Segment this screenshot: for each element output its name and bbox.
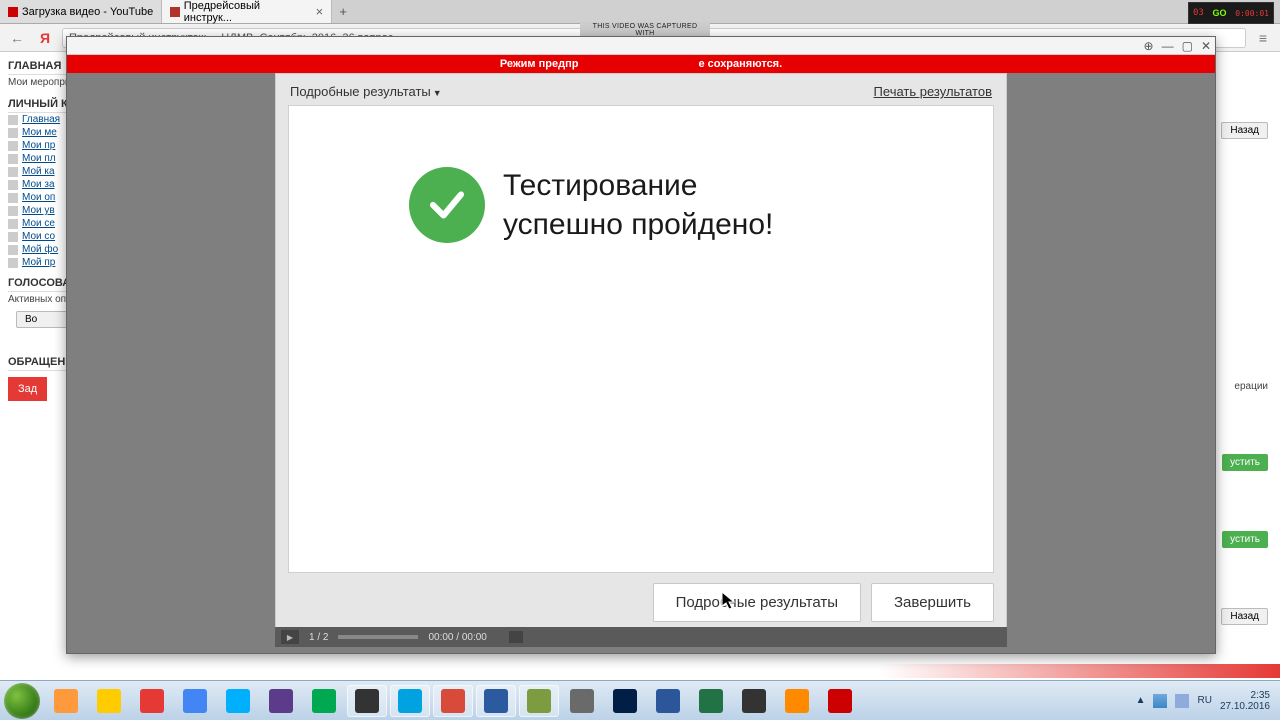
detailed-results-dropdown[interactable]: Подробные результаты▼ [290, 84, 442, 99]
preview-mode-banner: Режим предпр е сохраняются. [67, 55, 1215, 73]
help-icon[interactable]: ⊕ [1144, 39, 1154, 53]
success-check-icon [409, 167, 485, 243]
run-button[interactable]: устить [1222, 531, 1268, 548]
back-button[interactable]: ← [6, 27, 28, 49]
tab-title: Предрейсовый инструк... [184, 0, 306, 24]
site-icon [170, 7, 180, 17]
tab-title: Загрузка видео - YouTube [22, 6, 153, 18]
rec-timer: 0:00:01 [1235, 9, 1269, 18]
tray-expand-icon[interactable]: ▲ [1136, 695, 1146, 706]
maximize-icon[interactable]: ▢ [1182, 39, 1193, 53]
result-message: Тестирование успешно пройдено! [503, 166, 773, 244]
start-button[interactable] [4, 683, 40, 719]
taskbar-app[interactable] [734, 685, 774, 717]
yandex-button[interactable]: Я [34, 27, 56, 49]
rec-go: GO [1213, 8, 1227, 18]
taskbar-app[interactable] [261, 685, 301, 717]
language-indicator[interactable]: RU [1197, 695, 1211, 706]
taskbar-app[interactable] [89, 685, 129, 717]
play-button[interactable]: ▶ [281, 630, 299, 644]
browser-tab-2[interactable]: Предрейсовый инструк... × [162, 0, 332, 23]
menu-button[interactable]: ≡ [1252, 27, 1274, 49]
time-indicator: 00:00 / 00:00 [428, 632, 486, 643]
recording-hud: 03 GO 0:00:01 [1188, 2, 1274, 24]
result-panel: Тестирование успешно пройдено! [288, 105, 994, 573]
chevron-down-icon: ▼ [433, 88, 442, 98]
fullscreen-button[interactable] [509, 631, 523, 643]
operations-label: ерации [1234, 379, 1268, 394]
back-button-1[interactable]: Назад [1221, 122, 1268, 139]
finish-button[interactable]: Завершить [871, 583, 994, 622]
taskbar-app[interactable] [476, 685, 516, 717]
modal-titlebar: ⊕ — ▢ ✕ [67, 37, 1215, 55]
volume-icon[interactable] [1175, 694, 1189, 708]
taskbar-app[interactable] [519, 685, 559, 717]
fps-counter: 03 [1193, 8, 1204, 18]
taskbar-apps [46, 685, 860, 717]
player-bar: ▶ 1 / 2 00:00 / 00:00 [275, 627, 1007, 647]
system-tray: ▲ RU 2:35 27.10.2016 [1136, 690, 1276, 712]
modal-content: Подробные результаты▼ Печать результатов… [275, 73, 1007, 633]
network-icon[interactable] [1153, 694, 1167, 708]
taskbar-app[interactable] [390, 685, 430, 717]
taskbar-app[interactable] [777, 685, 817, 717]
windows-taskbar: ▲ RU 2:35 27.10.2016 [0, 680, 1280, 720]
browser-tab-1[interactable]: Загрузка видео - YouTube [0, 0, 162, 23]
minimize-icon[interactable]: — [1162, 39, 1174, 53]
taskbar-app[interactable] [648, 685, 688, 717]
taskbar-app[interactable] [820, 685, 860, 717]
detailed-results-button[interactable]: Подробные результаты [653, 583, 861, 622]
back-button-2[interactable]: Назад [1221, 608, 1268, 625]
taskbar-app[interactable] [218, 685, 258, 717]
run-button[interactable]: устить [1222, 454, 1268, 471]
youtube-icon [8, 7, 18, 17]
new-tab-button[interactable]: + [332, 0, 354, 23]
taskbar-app[interactable] [562, 685, 602, 717]
taskbar-app[interactable] [605, 685, 645, 717]
progress-track[interactable] [338, 635, 418, 639]
close-tab-icon[interactable]: × [316, 4, 324, 19]
taskbar-app[interactable] [347, 685, 387, 717]
browser-tab-strip: Загрузка видео - YouTube Предрейсовый ин… [0, 0, 1280, 24]
page-indicator: 1 / 2 [309, 632, 328, 643]
taskbar-app[interactable] [46, 685, 86, 717]
taskbar-app[interactable] [175, 685, 215, 717]
ask-question-button[interactable]: Зад [8, 377, 47, 401]
taskbar-app[interactable] [433, 685, 473, 717]
right-column: Назад ерации устить устить Назад [1221, 122, 1268, 625]
print-results-link[interactable]: Печать результатов [874, 84, 992, 99]
page-footer-stripe [0, 660, 1280, 678]
taskbar-app[interactable] [132, 685, 172, 717]
close-icon[interactable]: ✕ [1201, 39, 1211, 53]
taskbar-app[interactable] [691, 685, 731, 717]
clock[interactable]: 2:35 27.10.2016 [1220, 690, 1270, 712]
taskbar-app[interactable] [304, 685, 344, 717]
test-modal: ⊕ — ▢ ✕ Режим предпр е сохраняются. Подр… [66, 36, 1216, 654]
